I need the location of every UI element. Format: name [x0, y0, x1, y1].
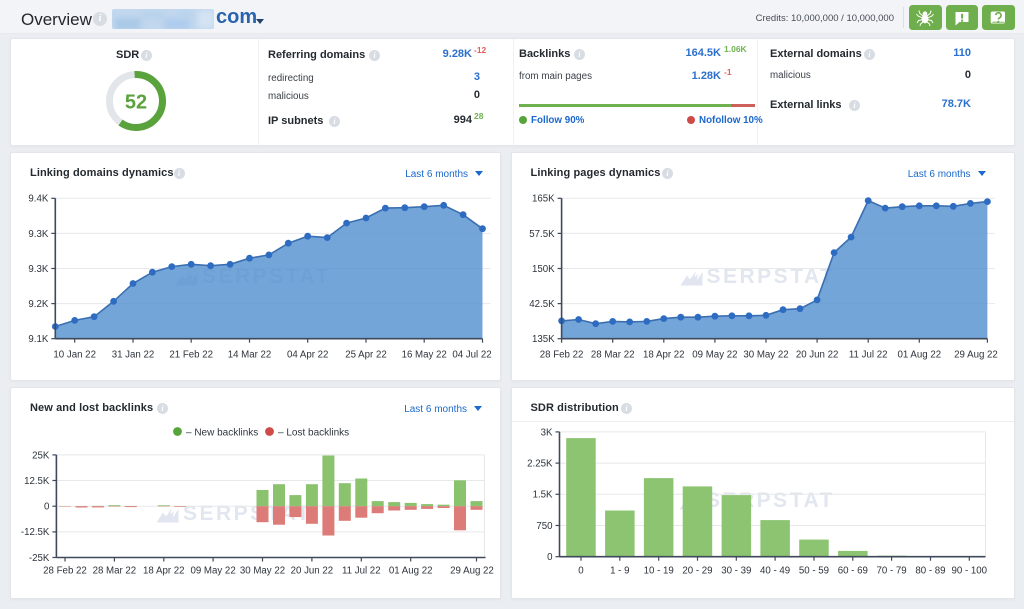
svg-text:25K: 25K [32, 450, 50, 461]
svg-text:60 - 69: 60 - 69 [838, 566, 868, 577]
svg-text:04 Jul 22: 04 Jul 22 [452, 350, 491, 361]
svg-text:9.2K: 9.2K [28, 299, 48, 310]
svg-text:0: 0 [44, 502, 50, 513]
svg-text:1 - 9: 1 - 9 [610, 566, 629, 577]
svg-text:20 Jun 22: 20 Jun 22 [291, 566, 334, 577]
svg-text:– Lost backlinks: – Lost backlinks [278, 427, 349, 438]
svg-text:09 May 22: 09 May 22 [190, 566, 235, 577]
svg-text:3K: 3K [541, 427, 553, 438]
svg-text:750: 750 [536, 521, 553, 532]
svg-text:28 Mar 22: 28 Mar 22 [93, 566, 137, 577]
svg-text:0: 0 [547, 552, 553, 563]
svg-text:18 Apr 22: 18 Apr 22 [643, 350, 684, 361]
svg-text:20 Jun 22: 20 Jun 22 [796, 350, 839, 361]
svg-text:150K: 150K [532, 264, 555, 275]
svg-text:25 Apr 22: 25 Apr 22 [345, 350, 386, 361]
svg-text:14 Mar 22: 14 Mar 22 [228, 350, 272, 361]
svg-text:18 Apr 22: 18 Apr 22 [143, 566, 184, 577]
svg-text:09 May 22: 09 May 22 [692, 350, 737, 361]
svg-text:2.25K: 2.25K [527, 459, 553, 470]
svg-text:30 May 22: 30 May 22 [743, 350, 788, 361]
svg-text:12.5K: 12.5K [24, 476, 50, 487]
svg-text:20 - 29: 20 - 29 [682, 566, 712, 577]
svg-text:135K: 135K [532, 334, 555, 345]
svg-text:16 May 22: 16 May 22 [402, 350, 447, 361]
svg-text:30 May 22: 30 May 22 [240, 566, 285, 577]
svg-text:10 - 19: 10 - 19 [644, 566, 674, 577]
svg-text:9.3K: 9.3K [28, 264, 48, 275]
svg-text:80 - 89: 80 - 89 [915, 566, 945, 577]
svg-text:9.4K: 9.4K [28, 194, 48, 205]
svg-text:9.3K: 9.3K [28, 229, 48, 240]
svg-text:29 Aug 22: 29 Aug 22 [450, 566, 494, 577]
svg-text:30 - 39: 30 - 39 [721, 566, 751, 577]
svg-text:01 Aug 22: 01 Aug 22 [389, 566, 433, 577]
svg-text:10 Jan 22: 10 Jan 22 [53, 350, 96, 361]
svg-text:0: 0 [578, 566, 584, 577]
svg-text:50 - 59: 50 - 59 [799, 566, 829, 577]
svg-text:9.1K: 9.1K [28, 334, 48, 345]
svg-text:– New backlinks: – New backlinks [186, 427, 258, 438]
svg-text:1.5K: 1.5K [533, 490, 553, 501]
svg-text:04 Apr 22: 04 Apr 22 [287, 350, 328, 361]
svg-text:57.5K: 57.5K [529, 229, 555, 240]
svg-text:70 - 79: 70 - 79 [877, 566, 907, 577]
svg-text:28 Mar 22: 28 Mar 22 [591, 350, 635, 361]
svg-text:28 Feb 22: 28 Feb 22 [43, 566, 87, 577]
svg-text:11 Jul 22: 11 Jul 22 [849, 350, 888, 361]
svg-text:21 Feb 22: 21 Feb 22 [169, 350, 213, 361]
svg-text:11 Jul 22: 11 Jul 22 [342, 566, 381, 577]
svg-text:01 Aug 22: 01 Aug 22 [897, 350, 941, 361]
svg-text:40 - 49: 40 - 49 [760, 566, 790, 577]
svg-text:42.5K: 42.5K [529, 299, 555, 310]
svg-text:31 Jan 22: 31 Jan 22 [112, 350, 155, 361]
svg-text:90 - 100: 90 - 100 [952, 566, 988, 577]
svg-text:29 Aug 22: 29 Aug 22 [954, 350, 998, 361]
svg-text:-25K: -25K [29, 553, 50, 564]
svg-text:28 Feb 22: 28 Feb 22 [540, 350, 584, 361]
svg-text:165K: 165K [532, 194, 555, 205]
svg-text:-12.5K: -12.5K [21, 527, 50, 538]
